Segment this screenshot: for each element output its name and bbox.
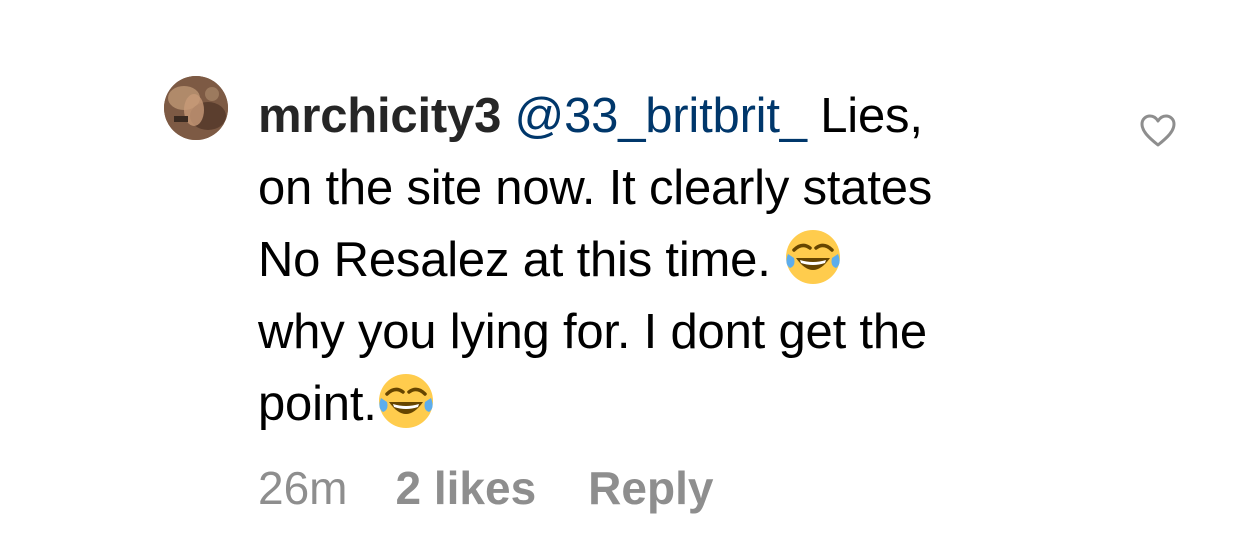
tears-of-joy-emoji-icon [377,372,435,430]
comment-meta: 26m 2 likes Reply [258,458,713,518]
like-heart-icon[interactable] [1140,114,1176,148]
reply-button[interactable]: Reply [588,462,713,514]
comment-text-5: point. [258,377,377,431]
tears-of-joy-emoji-icon [784,228,842,286]
comment-line-4: why you lying for. I dont get the [258,305,927,359]
comment-line-5: point. [258,368,1088,440]
likes-count-button[interactable]: 2 likes [395,462,536,514]
comment-line-2: on the site now. It clearly states [258,161,933,215]
comment-text-1: Lies, [806,89,923,143]
comment-body: mrchicity3 @33_britbrit_ Lies, on the si… [258,80,1088,440]
comment-line-1: mrchicity3 @33_britbrit_ Lies, [258,80,1088,152]
comment-line-3: No Resalez at this time. [258,224,1088,296]
comment-mention[interactable]: @33_britbrit_ [515,89,807,143]
comment: mrchicity3 @33_britbrit_ Lies, on the si… [0,0,1242,545]
comment-timestamp: 26m [258,462,348,514]
comment-username[interactable]: mrchicity3 [258,89,501,143]
user-avatar[interactable] [164,76,228,140]
comment-text-3: No Resalez at this time. [258,233,785,287]
